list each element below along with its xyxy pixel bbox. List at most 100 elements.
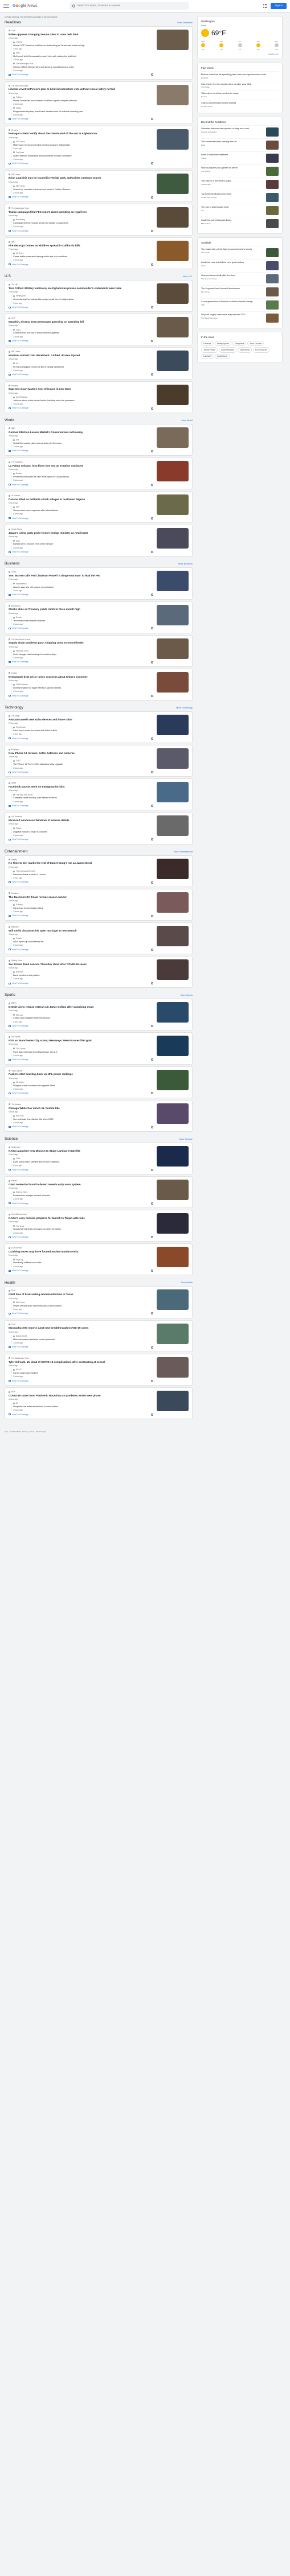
full-coverage-label[interactable]: View Full Coverage <box>12 340 28 342</box>
sidebar-story-thumbnail[interactable] <box>266 140 279 150</box>
related-source-name[interactable]: MLB.com <box>16 1115 23 1117</box>
share-icon[interactable] <box>151 340 153 343</box>
related-source-name[interactable]: Military.com <box>16 295 26 297</box>
related-headline[interactable]: Government vows response after latest at… <box>13 509 153 512</box>
story-headline[interactable]: Evergrande debt crisis raises concerns a… <box>9 675 153 679</box>
related-story[interactable]: Bloomberg Campaign finance records show n… <box>11 219 153 228</box>
related-source-name[interactable]: SB Nation <box>16 1081 24 1083</box>
story-headline[interactable]: Facebook pauses work on Instagram for ki… <box>9 785 153 789</box>
related-story[interactable]: Axios Centrists hold the key to the presi… <box>11 328 153 338</box>
share-icon[interactable] <box>151 263 153 266</box>
related-story[interactable]: The Hill House GOP Senators hold firm on … <box>11 41 153 51</box>
story-headline[interactable]: German Election Leaves Merkel's Conserva… <box>9 431 153 434</box>
source-name[interactable]: The Hill <box>11 283 18 286</box>
related-source-name[interactable]: CBS Sports <box>16 1048 26 1050</box>
story-thumbnail[interactable] <box>157 604 189 625</box>
related-source-name[interactable]: AP <box>16 1402 18 1404</box>
related-source-name[interactable]: Fox News <box>16 151 24 154</box>
full-coverage-link[interactable]: View Full Coverage <box>9 1413 153 1416</box>
story-thumbnail[interactable] <box>157 1357 189 1378</box>
sidebar-story-headline[interactable]: The untold story of the fight to save Am… <box>201 248 264 251</box>
story-thumbnail[interactable] <box>157 29 189 50</box>
full-coverage-link[interactable]: View Full Coverage <box>9 551 153 554</box>
sidebar-story-thumbnail[interactable] <box>266 300 279 310</box>
section-more-link[interactable]: More Science <box>179 1138 193 1141</box>
story-thumbnail[interactable] <box>157 714 189 735</box>
story-headline[interactable]: No Time to Die' marks the end of Daniel … <box>9 862 153 865</box>
sidebar-story-headline[interactable]: Inside the world's largest library <box>201 219 264 222</box>
related-story[interactable]: The Verge Spacecraft will study remnants … <box>11 1225 153 1234</box>
full-coverage-label[interactable]: View Full Coverage <box>12 695 28 697</box>
related-story[interactable]: Politico House Democrats push forward on … <box>11 96 153 106</box>
footer-links[interactable]: Help · Send feedback · Privacy · Terms ·… <box>0 1428 290 1439</box>
source-name[interactable]: CNN <box>11 30 15 32</box>
full-coverage-link[interactable]: View Full Coverage <box>9 1092 153 1095</box>
source-name[interactable]: NPR <box>11 1391 15 1393</box>
related-headline[interactable]: New study of Mars rover data <box>13 1262 153 1264</box>
full-coverage-label[interactable]: View Full Coverage <box>12 551 28 553</box>
related-source-name[interactable]: Reuters <box>16 616 22 619</box>
topic-chip[interactable]: Debt ceiling <box>238 347 252 353</box>
sidebar-story-headline[interactable]: Fact check: No, the vaccine does not alt… <box>201 83 279 86</box>
related-headline[interactable]: Investors watch for ripple effects in gl… <box>13 687 153 690</box>
full-coverage-link[interactable]: View Full Coverage <box>9 805 153 807</box>
related-story[interactable]: CNET The iPhone 13 Pro's 120Hz display is… <box>11 760 153 769</box>
related-story[interactable]: ZDNet Upgrade rollout to begin in October… <box>11 827 153 837</box>
story-thumbnail[interactable] <box>157 460 189 481</box>
related-headline[interactable]: Generals say they advised keeping a smal… <box>13 298 153 301</box>
share-icon[interactable] <box>151 1058 153 1061</box>
section-title[interactable]: Business <box>5 562 19 567</box>
search-box[interactable] <box>69 2 189 10</box>
related-source-name[interactable]: E! News <box>16 904 23 906</box>
share-icon[interactable] <box>151 551 153 554</box>
sign-in-button[interactable]: Sign in <box>271 2 287 10</box>
story-headline[interactable]: Giant meteorite found in desert reveals … <box>9 1183 153 1186</box>
source-name[interactable]: Space.com <box>11 1146 21 1148</box>
related-source-name[interactable]: Financial Times <box>16 650 28 652</box>
related-headline[interactable]: Kishida set to become next prime ministe… <box>13 543 153 546</box>
related-headline[interactable]: Social Democrats claim narrow victory in… <box>13 442 153 445</box>
topic-chip[interactable]: No Time to Die <box>252 347 269 353</box>
full-coverage-link[interactable]: View Full Coverage <box>9 695 153 697</box>
share-icon[interactable] <box>151 1202 153 1205</box>
story-thumbnail[interactable] <box>157 1247 189 1268</box>
full-coverage-label[interactable]: View Full Coverage <box>12 1202 28 1205</box>
full-coverage-label[interactable]: View Full Coverage <box>12 838 28 840</box>
story-headline[interactable]: Brian Laundrie may be located in Florida… <box>9 176 153 180</box>
source-name[interactable]: The Guardian <box>11 461 23 463</box>
related-story[interactable]: DW Social Democrats claim narrow victory … <box>11 439 153 448</box>
related-source-name[interactable]: The Verge <box>16 1225 24 1227</box>
source-name[interactable]: ESPN <box>11 1002 17 1004</box>
full-coverage-link[interactable]: View Full Coverage <box>9 1270 153 1272</box>
story-headline[interactable]: Supreme Court tackles host of issues in … <box>9 388 153 391</box>
sidebar-story-thumbnail[interactable] <box>266 248 279 258</box>
story-thumbnail[interactable] <box>157 1213 189 1234</box>
sidebar-story-headline[interactable]: How to prepare your garden for winter <box>201 167 264 170</box>
share-icon[interactable] <box>151 162 153 165</box>
sidebar-story-headline[interactable]: Video does not show new border surge <box>201 92 279 95</box>
source-name[interactable]: The Wall Street Journal <box>11 638 30 641</box>
full-coverage-label[interactable]: View Full Coverage <box>12 1092 28 1094</box>
related-headline[interactable]: Ports struggle with backlog of container… <box>13 653 153 656</box>
related-source-name[interactable]: CNET <box>16 760 21 762</box>
source-name[interactable]: Reuters <box>11 129 18 131</box>
full-coverage-label[interactable]: View Full Coverage <box>12 407 28 409</box>
sidebar-story[interactable]: Top travel destinations for 2022 Condé Na… <box>201 190 279 204</box>
full-coverage-label[interactable]: View Full Coverage <box>12 1126 28 1128</box>
related-story[interactable]: People Actor opens up about family life 3 … <box>11 937 153 947</box>
full-coverage-link[interactable]: View Full Coverage <box>9 196 153 199</box>
section-title[interactable]: Technology <box>5 706 23 711</box>
story-headline[interactable]: NASA Launches New Mission to Study Lands… <box>9 1149 153 1153</box>
related-source-name[interactable]: Boston Globe <box>16 1335 27 1337</box>
section-title[interactable]: Sports <box>5 993 15 998</box>
full-coverage-label[interactable]: View Full Coverage <box>12 450 28 452</box>
section-title[interactable]: U.S. <box>5 274 12 279</box>
source-name[interactable]: Reuters <box>11 385 18 387</box>
source-name[interactable]: BBC <box>11 427 15 430</box>
related-story[interactable]: Reuters Tech shares lead market declines 2… <box>11 616 153 626</box>
story-thumbnail[interactable] <box>157 892 189 913</box>
related-story[interactable]: MarketWatch Warren says she will oppose r… <box>11 582 153 592</box>
related-headline[interactable]: Upgrade rollout to begin in October <box>13 831 153 834</box>
source-name[interactable]: CNN <box>11 1289 15 1292</box>
related-story[interactable]: SCOTUSblog Justices return to the bench f… <box>11 395 153 406</box>
